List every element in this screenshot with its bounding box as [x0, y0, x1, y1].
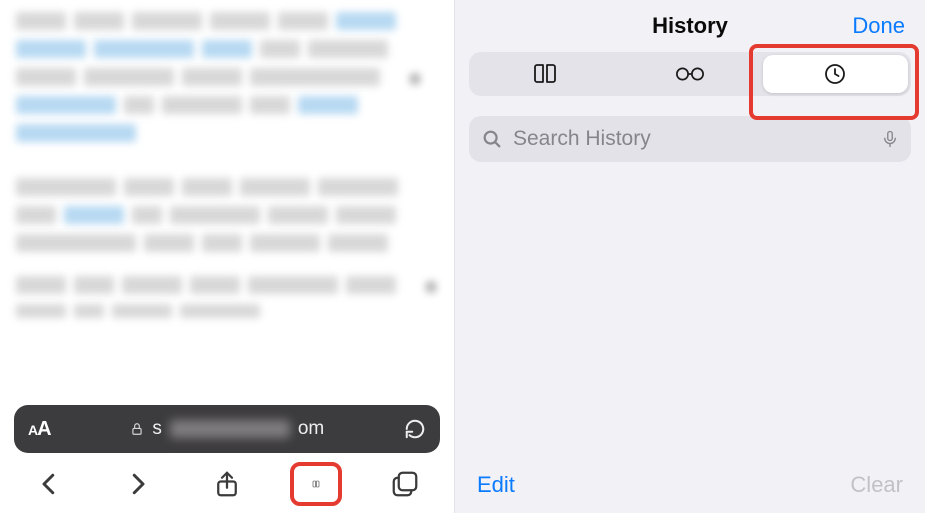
page-content-blurred: o o	[0, 0, 454, 397]
microphone-icon[interactable]	[881, 127, 899, 151]
glasses-icon	[675, 62, 705, 86]
url-suffix: om	[298, 418, 324, 440]
tab-history[interactable]	[763, 55, 908, 93]
forward-button[interactable]	[112, 462, 164, 506]
lock-icon	[130, 421, 144, 437]
history-list-empty	[455, 162, 925, 461]
back-button[interactable]	[23, 462, 75, 506]
url-blurred	[170, 420, 290, 438]
bottom-toolbar	[0, 457, 454, 513]
history-panel: History Done Edit Clear	[454, 0, 925, 513]
done-button[interactable]: Done	[852, 13, 905, 39]
address-bar[interactable]: AA s om	[14, 405, 440, 453]
book-icon	[530, 62, 560, 86]
clock-icon	[820, 62, 850, 86]
url-field[interactable]: s om	[61, 418, 394, 440]
book-icon	[312, 469, 320, 499]
clear-button[interactable]: Clear	[850, 472, 903, 498]
text-size-button[interactable]: AA	[28, 418, 51, 441]
bookmarks-button[interactable]	[290, 462, 342, 506]
panel-title: History	[652, 13, 728, 39]
tabs-button[interactable]	[379, 462, 431, 506]
tab-reading-list[interactable]	[617, 55, 762, 93]
panel-header: History Done	[455, 0, 925, 52]
search-input[interactable]	[513, 127, 871, 151]
url-prefix: s	[152, 418, 162, 440]
address-bar-container: AA s om	[14, 405, 440, 453]
reload-icon[interactable]	[404, 418, 426, 440]
tab-bookmarks[interactable]	[472, 55, 617, 93]
search-icon	[481, 128, 503, 150]
search-bar[interactable]	[469, 116, 911, 162]
panel-footer: Edit Clear	[455, 461, 925, 513]
edit-button[interactable]: Edit	[477, 472, 515, 498]
segmented-control	[469, 52, 911, 96]
webpage-panel: o o AA s om	[0, 0, 454, 513]
share-button[interactable]	[201, 462, 253, 506]
